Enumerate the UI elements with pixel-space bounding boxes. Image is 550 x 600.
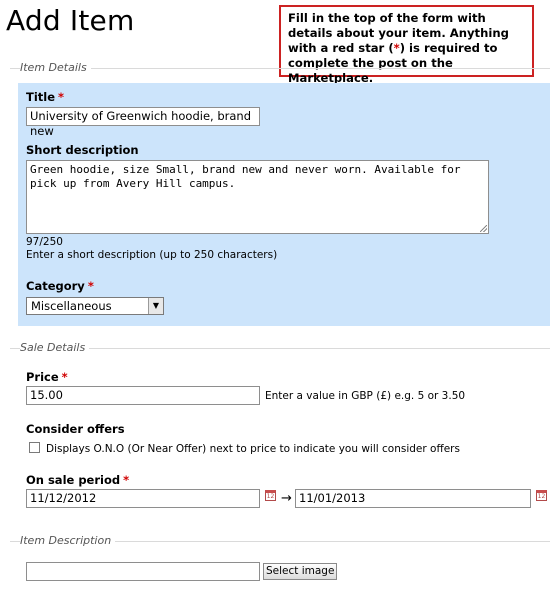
consider-offers-checkbox[interactable] bbox=[29, 442, 40, 453]
section-divider bbox=[10, 348, 550, 349]
sale-period-label: On sale period * bbox=[26, 473, 130, 487]
price-label: Price * bbox=[26, 370, 68, 384]
calendar-icon[interactable]: 12 bbox=[265, 490, 276, 501]
required-star: * bbox=[58, 90, 65, 104]
chevron-down-icon[interactable]: ▼ bbox=[148, 298, 163, 314]
required-star: * bbox=[61, 370, 68, 384]
image-file-input[interactable] bbox=[26, 562, 260, 581]
section-legend-item-description: Item Description bbox=[20, 534, 116, 547]
required-star: * bbox=[87, 279, 94, 293]
end-date-input[interactable]: 11/01/2013 bbox=[295, 489, 531, 508]
category-label: Category * bbox=[26, 279, 94, 293]
select-image-button[interactable]: Select image bbox=[263, 563, 338, 580]
short-description-text: Green hoodie, size Small, brand new and … bbox=[30, 163, 468, 190]
section-legend-item-details: Item Details bbox=[20, 61, 91, 74]
required-star: * bbox=[123, 473, 130, 487]
consider-offers-checkbox-label: Displays O.N.O (Or Near Offer) next to p… bbox=[46, 443, 460, 455]
short-description-label: Short description bbox=[26, 143, 139, 157]
consider-offers-label: Consider offers bbox=[26, 422, 125, 436]
short-description-hint: Enter a short description (up to 250 cha… bbox=[26, 249, 278, 261]
resize-grip-icon[interactable] bbox=[480, 225, 487, 232]
page-title: Add Item bbox=[6, 4, 135, 37]
date-separator-arrow: → bbox=[281, 491, 292, 506]
category-selected-value: Miscellaneous bbox=[31, 299, 112, 313]
price-input[interactable]: 15.00 bbox=[26, 386, 260, 405]
category-select[interactable]: Miscellaneous ▼ bbox=[26, 297, 164, 315]
short-description-textarea[interactable]: Green hoodie, size Small, brand new and … bbox=[26, 160, 489, 234]
calendar-icon[interactable]: 12 bbox=[536, 490, 547, 501]
title-label: Title * bbox=[26, 90, 65, 104]
title-input[interactable]: University of Greenwich hoodie, brand ne… bbox=[26, 107, 260, 138]
help-box: Fill in the top of the form with details… bbox=[279, 5, 534, 85]
section-divider bbox=[10, 68, 550, 69]
section-legend-sale-details: Sale Details bbox=[20, 341, 90, 354]
start-date-input[interactable]: 11/12/2012 bbox=[26, 489, 260, 508]
char-count: 97/250 bbox=[26, 236, 63, 248]
price-hint: Enter a value in GBP (£) e.g. 5 or 3.50 bbox=[265, 390, 466, 402]
